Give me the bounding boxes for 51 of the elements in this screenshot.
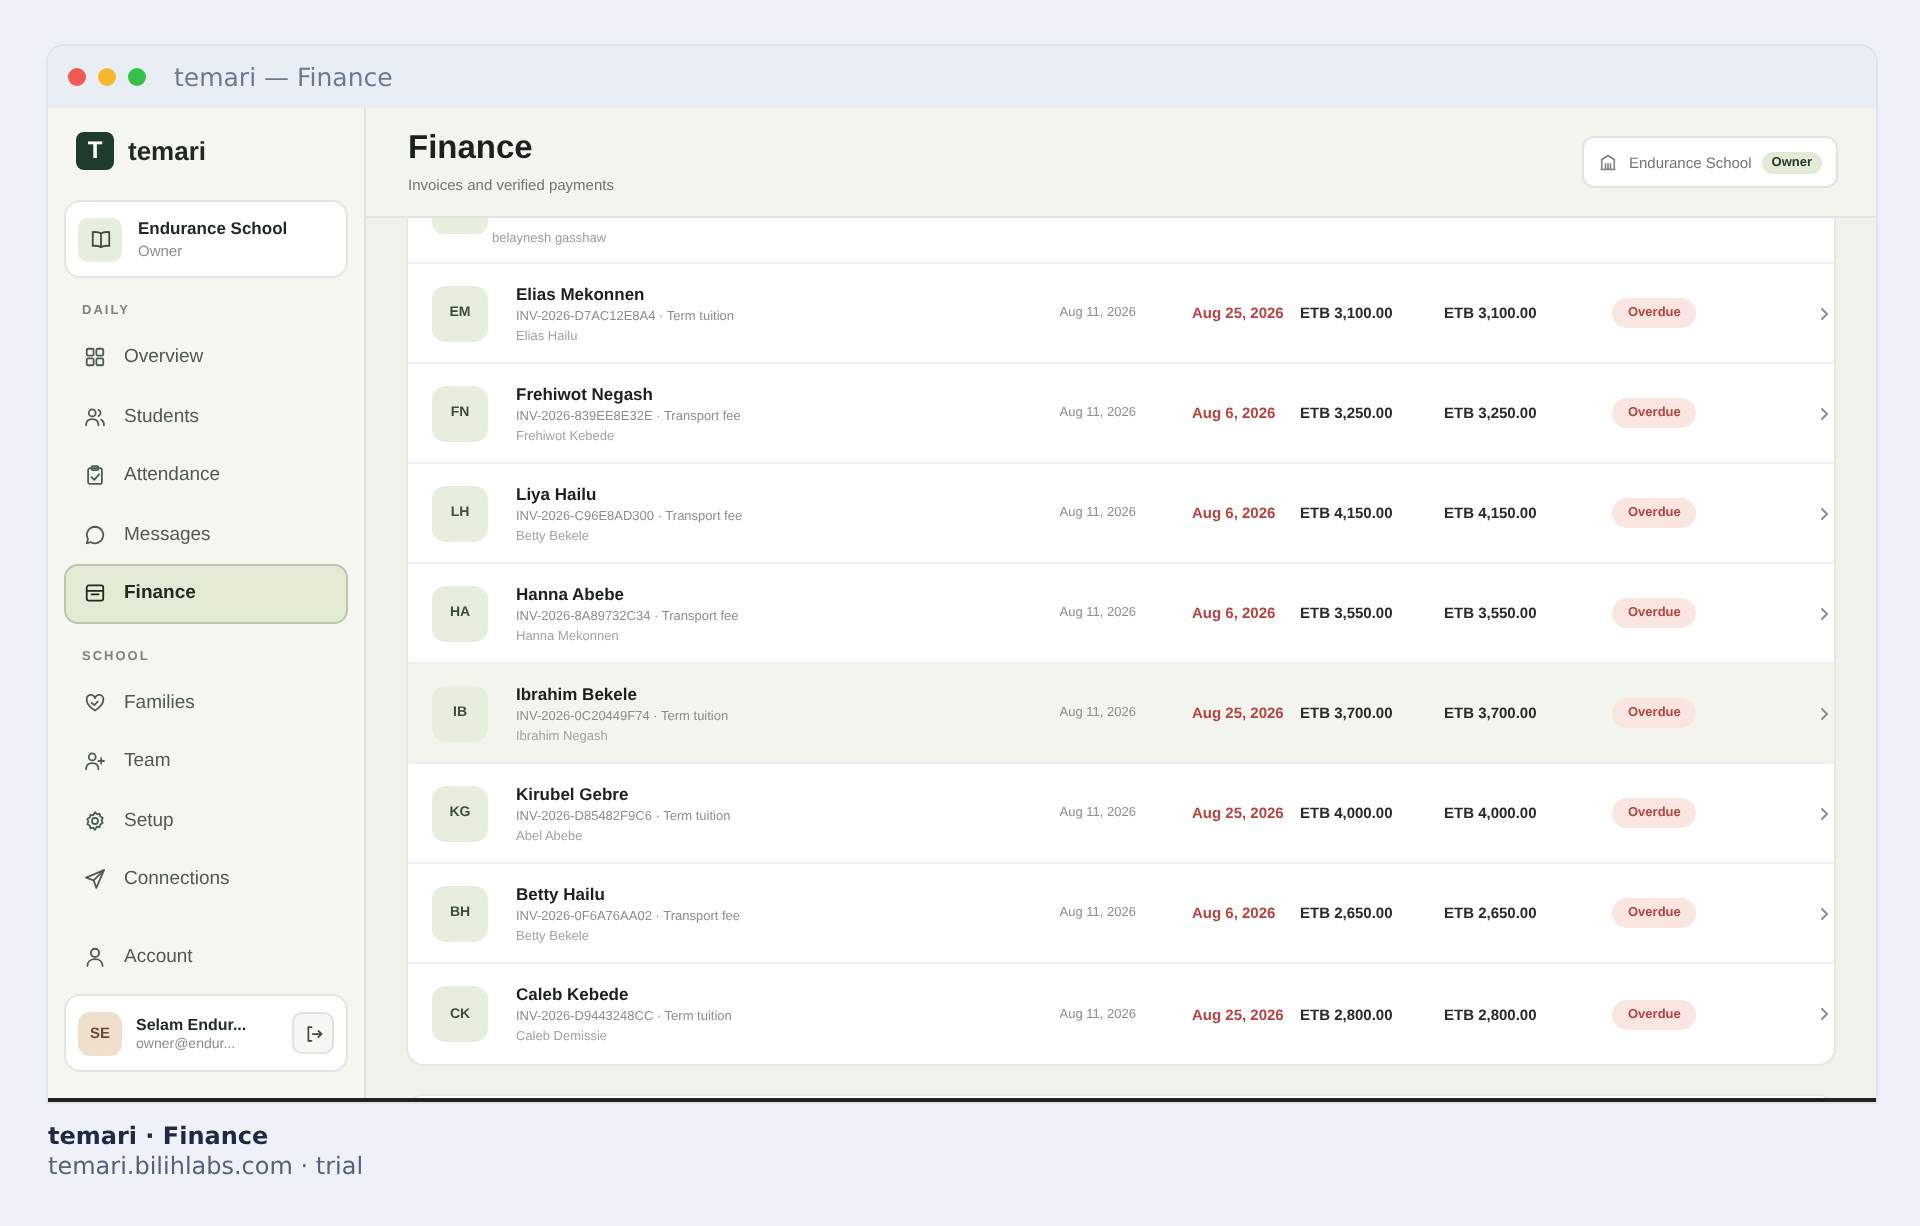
chevron-icon[interactable] — [1816, 305, 1832, 321]
student-name[interactable]: Ibrahim Bekele — [516, 683, 1016, 703]
student-name[interactable]: Elias Mekonnen — [516, 283, 1016, 303]
users-icon — [84, 405, 106, 428]
page-title: Finance — [408, 130, 535, 168]
chevron-icon[interactable] — [1816, 805, 1832, 821]
nav-item[interactable]: Messages — [64, 505, 348, 564]
student-name[interactable]: Kirubel Gebre — [516, 783, 1016, 803]
paper-plane-icon — [84, 868, 106, 891]
person-icon — [84, 945, 106, 968]
chevron-icon[interactable] — [1816, 1006, 1832, 1022]
nav-item[interactable]: Account — [64, 927, 348, 986]
logo-icon: T — [76, 131, 114, 169]
minimize-dot[interactable] — [98, 68, 116, 86]
nav-item[interactable]: Overview — [64, 328, 348, 387]
nav-item[interactable]: Team — [64, 732, 348, 791]
book-icon — [89, 228, 111, 250]
chevron-icon[interactable] — [1816, 505, 1832, 521]
chevron-icon[interactable] — [1816, 605, 1832, 621]
student-name[interactable]: Hanna Abebe — [516, 583, 1016, 603]
nav-item[interactable]: Attendance — [64, 446, 348, 505]
school-name: Endurance School — [138, 218, 288, 238]
logout-button[interactable] — [292, 1012, 334, 1054]
grid-icon — [84, 346, 106, 369]
student-name[interactable]: Frehiwot Negash — [516, 383, 1016, 403]
nav-item[interactable]: Connections — [64, 850, 348, 909]
nav-item[interactable]: Setup — [64, 791, 348, 850]
user-plus-icon — [84, 750, 106, 773]
caption-title: temari · Finance — [48, 1122, 271, 1150]
student-name[interactable]: Liya Hailu — [516, 483, 1016, 503]
building-icon — [1598, 152, 1619, 172]
chevron-icon[interactable] — [1816, 905, 1832, 921]
nav-item[interactable]: Finance — [64, 564, 348, 623]
student-name[interactable]: Caleb Kebede — [516, 984, 1016, 1004]
heart-icon — [84, 691, 106, 714]
nav-item[interactable]: Families — [64, 673, 348, 732]
user-name: Selam Endur... — [136, 1015, 247, 1033]
maximize-dot[interactable] — [128, 68, 146, 86]
caption-subtitle: temari.bilihlabs.com · trial — [48, 1152, 366, 1180]
window-title: temari — Finance — [174, 62, 393, 92]
nav-item[interactable]: Students — [64, 387, 348, 446]
chat-bubble-icon — [84, 523, 106, 546]
tray-icon — [84, 582, 106, 605]
clipboard-icon — [84, 464, 106, 487]
student-name[interactable]: Betty Hailu — [516, 883, 1016, 903]
chevron-icon[interactable] — [1816, 405, 1832, 421]
close-dot[interactable] — [68, 68, 86, 86]
logout-icon — [303, 1023, 323, 1043]
brand-name: temari — [128, 135, 207, 165]
settings-icon — [84, 809, 106, 832]
chevron-icon[interactable] — [1816, 705, 1832, 721]
